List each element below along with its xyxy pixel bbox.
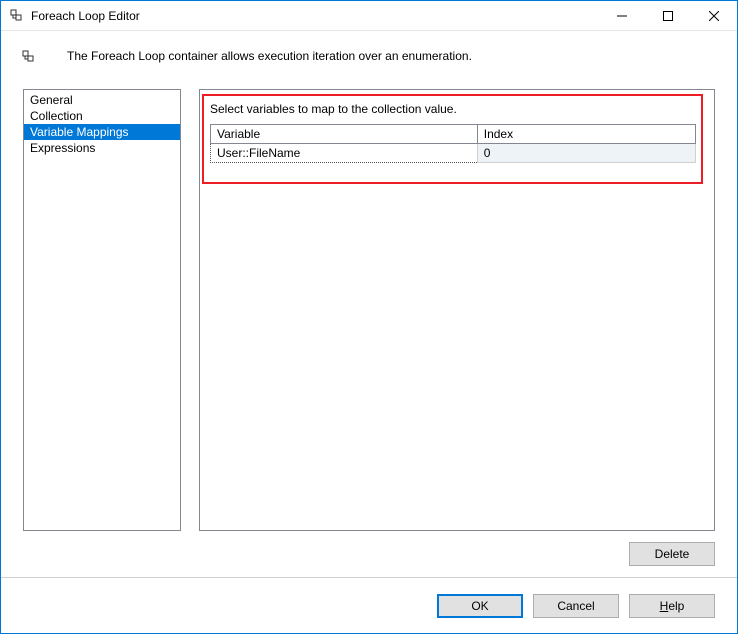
sidebar-item-expressions[interactable]: Expressions [24, 140, 180, 156]
loop-icon [21, 49, 37, 65]
mappings-grid[interactable]: Variable Index User::FileName 0 [210, 124, 696, 163]
maximize-button[interactable] [645, 1, 691, 31]
help-button[interactable]: Help [629, 594, 715, 618]
ok-button[interactable]: OK [437, 594, 523, 618]
cell-variable[interactable]: User::FileName [211, 144, 478, 163]
description-row: The Foreach Loop container allows execut… [1, 31, 737, 89]
close-button[interactable] [691, 1, 737, 31]
titlebar: Foreach Loop Editor [1, 1, 737, 31]
sidebar-item-collection[interactable]: Collection [24, 108, 180, 124]
cell-index[interactable]: 0 [477, 144, 695, 163]
sidebar-item-variable-mappings[interactable]: Variable Mappings [24, 124, 180, 140]
description-text: The Foreach Loop container allows execut… [67, 49, 472, 63]
col-variable[interactable]: Variable [211, 125, 478, 144]
loop-icon [9, 8, 25, 24]
delete-button[interactable]: Delete [629, 542, 715, 566]
content-pane: Select variables to map to the collectio… [199, 89, 715, 531]
col-index[interactable]: Index [477, 125, 695, 144]
window-title: Foreach Loop Editor [31, 9, 140, 23]
grid-header-row: Variable Index [211, 125, 696, 144]
cancel-button[interactable]: Cancel [533, 594, 619, 618]
minimize-button[interactable] [599, 1, 645, 31]
delete-row: Delete [1, 531, 737, 577]
grid-row[interactable]: User::FileName 0 [211, 144, 696, 163]
dialog-window: Foreach Loop Editor The Foreach Loop con… [0, 0, 738, 634]
nav-sidebar: General Collection Variable Mappings Exp… [23, 89, 181, 531]
sidebar-item-general[interactable]: General [24, 92, 180, 108]
footer: OK Cancel Help [1, 577, 737, 633]
body: General Collection Variable Mappings Exp… [1, 89, 737, 531]
instruction-text: Select variables to map to the collectio… [210, 102, 457, 116]
